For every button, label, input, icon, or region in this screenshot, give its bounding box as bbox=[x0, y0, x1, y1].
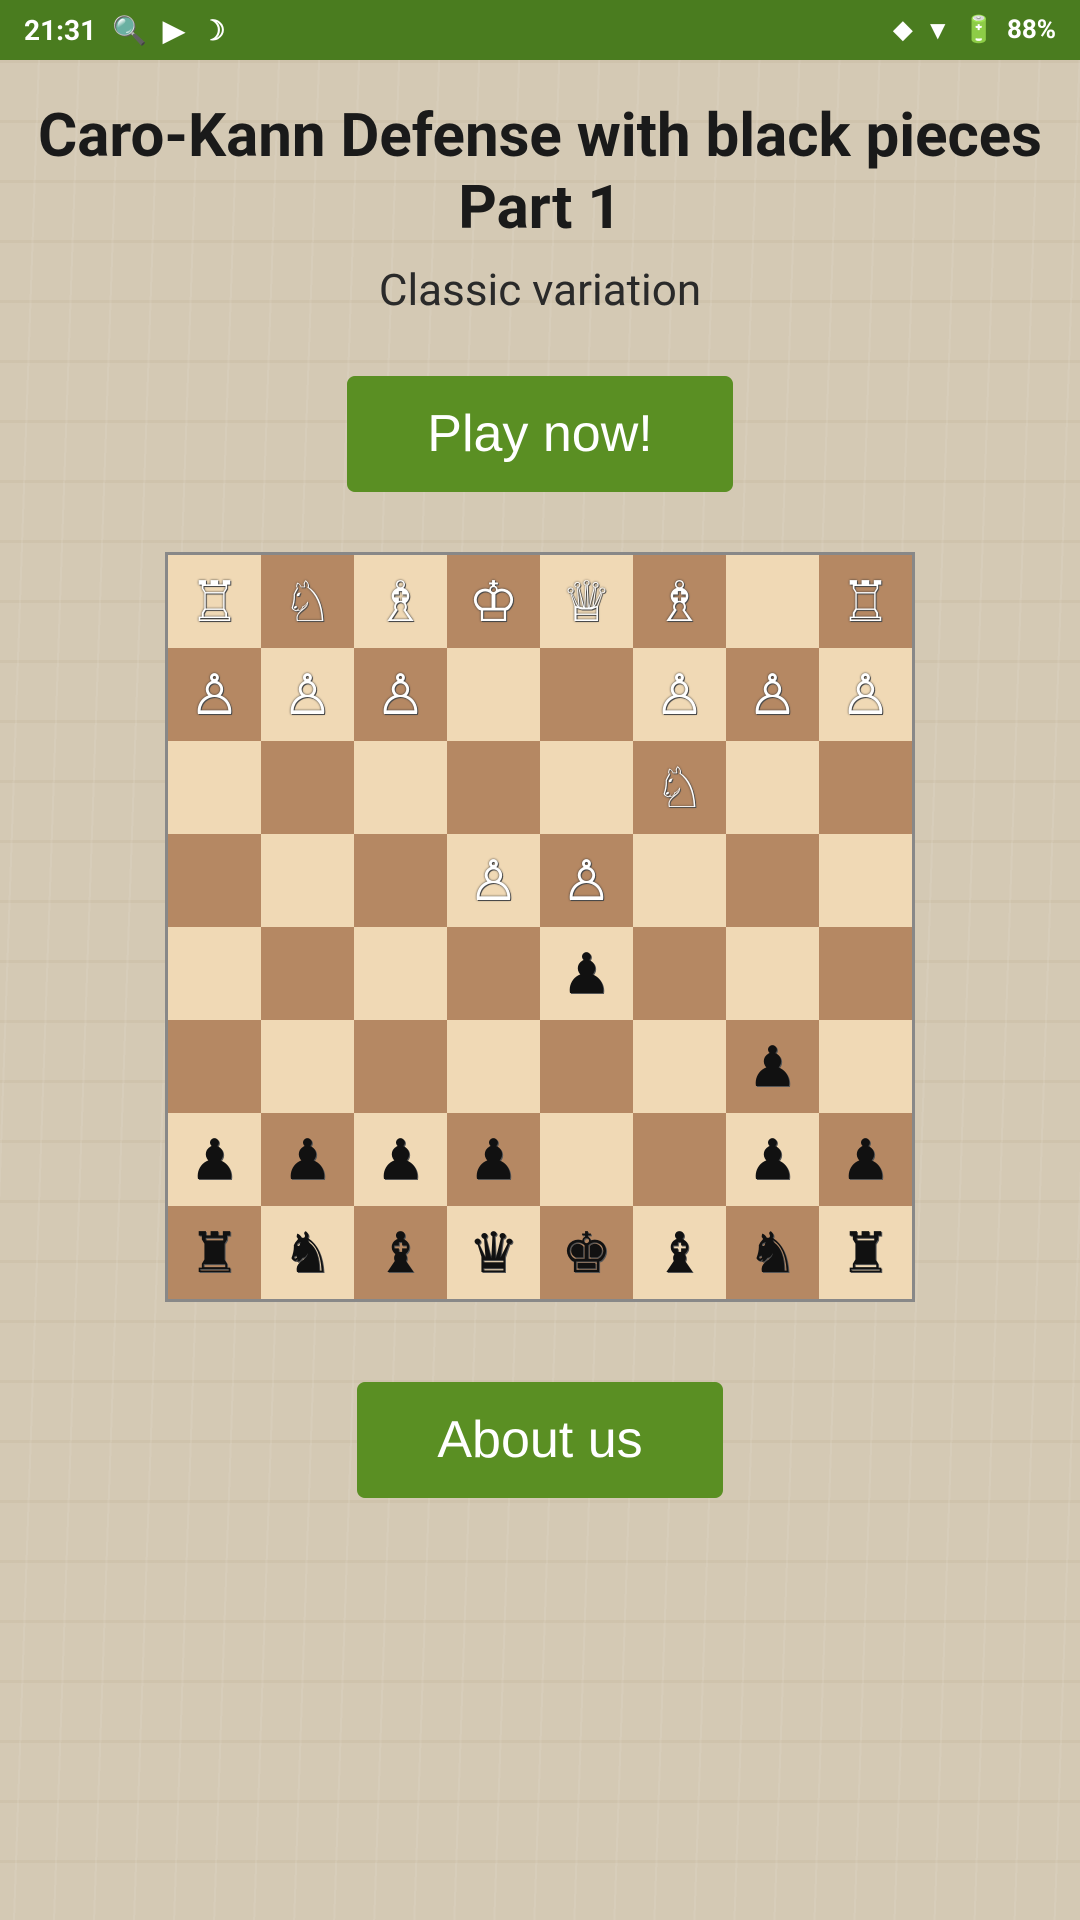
cell: ♞ bbox=[726, 1206, 819, 1299]
cell: ♙ bbox=[819, 648, 912, 741]
cell: ♝ bbox=[354, 1206, 447, 1299]
cell: ♙ bbox=[261, 648, 354, 741]
cell bbox=[261, 834, 354, 927]
cell: ♖ bbox=[819, 555, 912, 648]
cell bbox=[447, 1020, 540, 1113]
cell: ♜ bbox=[819, 1206, 912, 1299]
chess-board-container: ♖♘♗♔♕♗♖♙♙♙♙♙♙♘♙♙♟♟♟♟♟♟♟♟♜♞♝♛♚♝♞♜ bbox=[165, 552, 915, 1302]
play-store-icon: ▶ bbox=[163, 14, 185, 47]
status-left: 21:31 🔍 ▶ ☽ bbox=[24, 14, 226, 47]
cell: ♗ bbox=[354, 555, 447, 648]
cell bbox=[261, 1020, 354, 1113]
cell bbox=[819, 741, 912, 834]
cell bbox=[633, 1020, 726, 1113]
status-bar: 21:31 🔍 ▶ ☽ ◆ ▼ 🔋 88% bbox=[0, 0, 1080, 60]
cell: ♞ bbox=[261, 1206, 354, 1299]
cell: ♙ bbox=[447, 834, 540, 927]
cell bbox=[726, 834, 819, 927]
cell: ♟ bbox=[540, 927, 633, 1020]
page-subtitle: Classic variation bbox=[379, 264, 701, 316]
cell: ♔ bbox=[447, 555, 540, 648]
main-content: Caro-Kann Defense with black pieces Part… bbox=[0, 60, 1080, 1920]
cell bbox=[819, 927, 912, 1020]
cell bbox=[447, 927, 540, 1020]
cell: ♚ bbox=[540, 1206, 633, 1299]
cell bbox=[726, 741, 819, 834]
signal-icon: ◆ bbox=[893, 15, 913, 45]
cell: ♙ bbox=[726, 648, 819, 741]
cell: ♙ bbox=[633, 648, 726, 741]
cell: ♗ bbox=[633, 555, 726, 648]
chess-board: ♖♘♗♔♕♗♖♙♙♙♙♙♙♘♙♙♟♟♟♟♟♟♟♟♜♞♝♛♚♝♞♜ bbox=[168, 555, 912, 1299]
cell bbox=[633, 927, 726, 1020]
battery-level: 88% bbox=[1007, 15, 1056, 45]
cell: ♟ bbox=[726, 1113, 819, 1206]
cell bbox=[261, 927, 354, 1020]
cell bbox=[540, 648, 633, 741]
cell bbox=[168, 741, 261, 834]
cell: ♙ bbox=[168, 648, 261, 741]
cell bbox=[819, 834, 912, 927]
cell bbox=[354, 834, 447, 927]
cell: ♙ bbox=[540, 834, 633, 927]
moon-icon: ☽ bbox=[201, 14, 226, 47]
cell bbox=[354, 1020, 447, 1113]
cell bbox=[168, 1020, 261, 1113]
cell: ♘ bbox=[261, 555, 354, 648]
cell: ♟ bbox=[354, 1113, 447, 1206]
page-title: Caro-Kann Defense with black pieces Part… bbox=[20, 100, 1060, 244]
cell bbox=[633, 834, 726, 927]
cell: ♙ bbox=[354, 648, 447, 741]
cell bbox=[633, 1113, 726, 1206]
cell bbox=[447, 741, 540, 834]
cell bbox=[354, 927, 447, 1020]
cell: ♛ bbox=[447, 1206, 540, 1299]
cell: ♟ bbox=[819, 1113, 912, 1206]
cell bbox=[168, 834, 261, 927]
status-right: ◆ ▼ 🔋 88% bbox=[893, 15, 1056, 46]
cell bbox=[168, 927, 261, 1020]
cell: ♝ bbox=[633, 1206, 726, 1299]
cell bbox=[261, 741, 354, 834]
cell bbox=[540, 1020, 633, 1113]
battery-icon: 🔋 bbox=[963, 15, 995, 45]
cell bbox=[726, 555, 819, 648]
search-icon: 🔍 bbox=[112, 14, 147, 47]
cell: ♘ bbox=[633, 741, 726, 834]
wifi-icon: ▼ bbox=[925, 15, 951, 46]
cell: ♜ bbox=[168, 1206, 261, 1299]
cell: ♟ bbox=[261, 1113, 354, 1206]
cell bbox=[819, 1020, 912, 1113]
cell: ♖ bbox=[168, 555, 261, 648]
time-display: 21:31 bbox=[24, 14, 96, 47]
cell bbox=[447, 648, 540, 741]
cell bbox=[726, 927, 819, 1020]
cell bbox=[354, 741, 447, 834]
cell: ♕ bbox=[540, 555, 633, 648]
about-us-button[interactable]: About us bbox=[357, 1382, 722, 1498]
cell bbox=[540, 741, 633, 834]
play-now-button[interactable]: Play now! bbox=[347, 376, 732, 492]
cell: ♟ bbox=[168, 1113, 261, 1206]
cell: ♟ bbox=[726, 1020, 819, 1113]
cell bbox=[540, 1113, 633, 1206]
cell: ♟ bbox=[447, 1113, 540, 1206]
